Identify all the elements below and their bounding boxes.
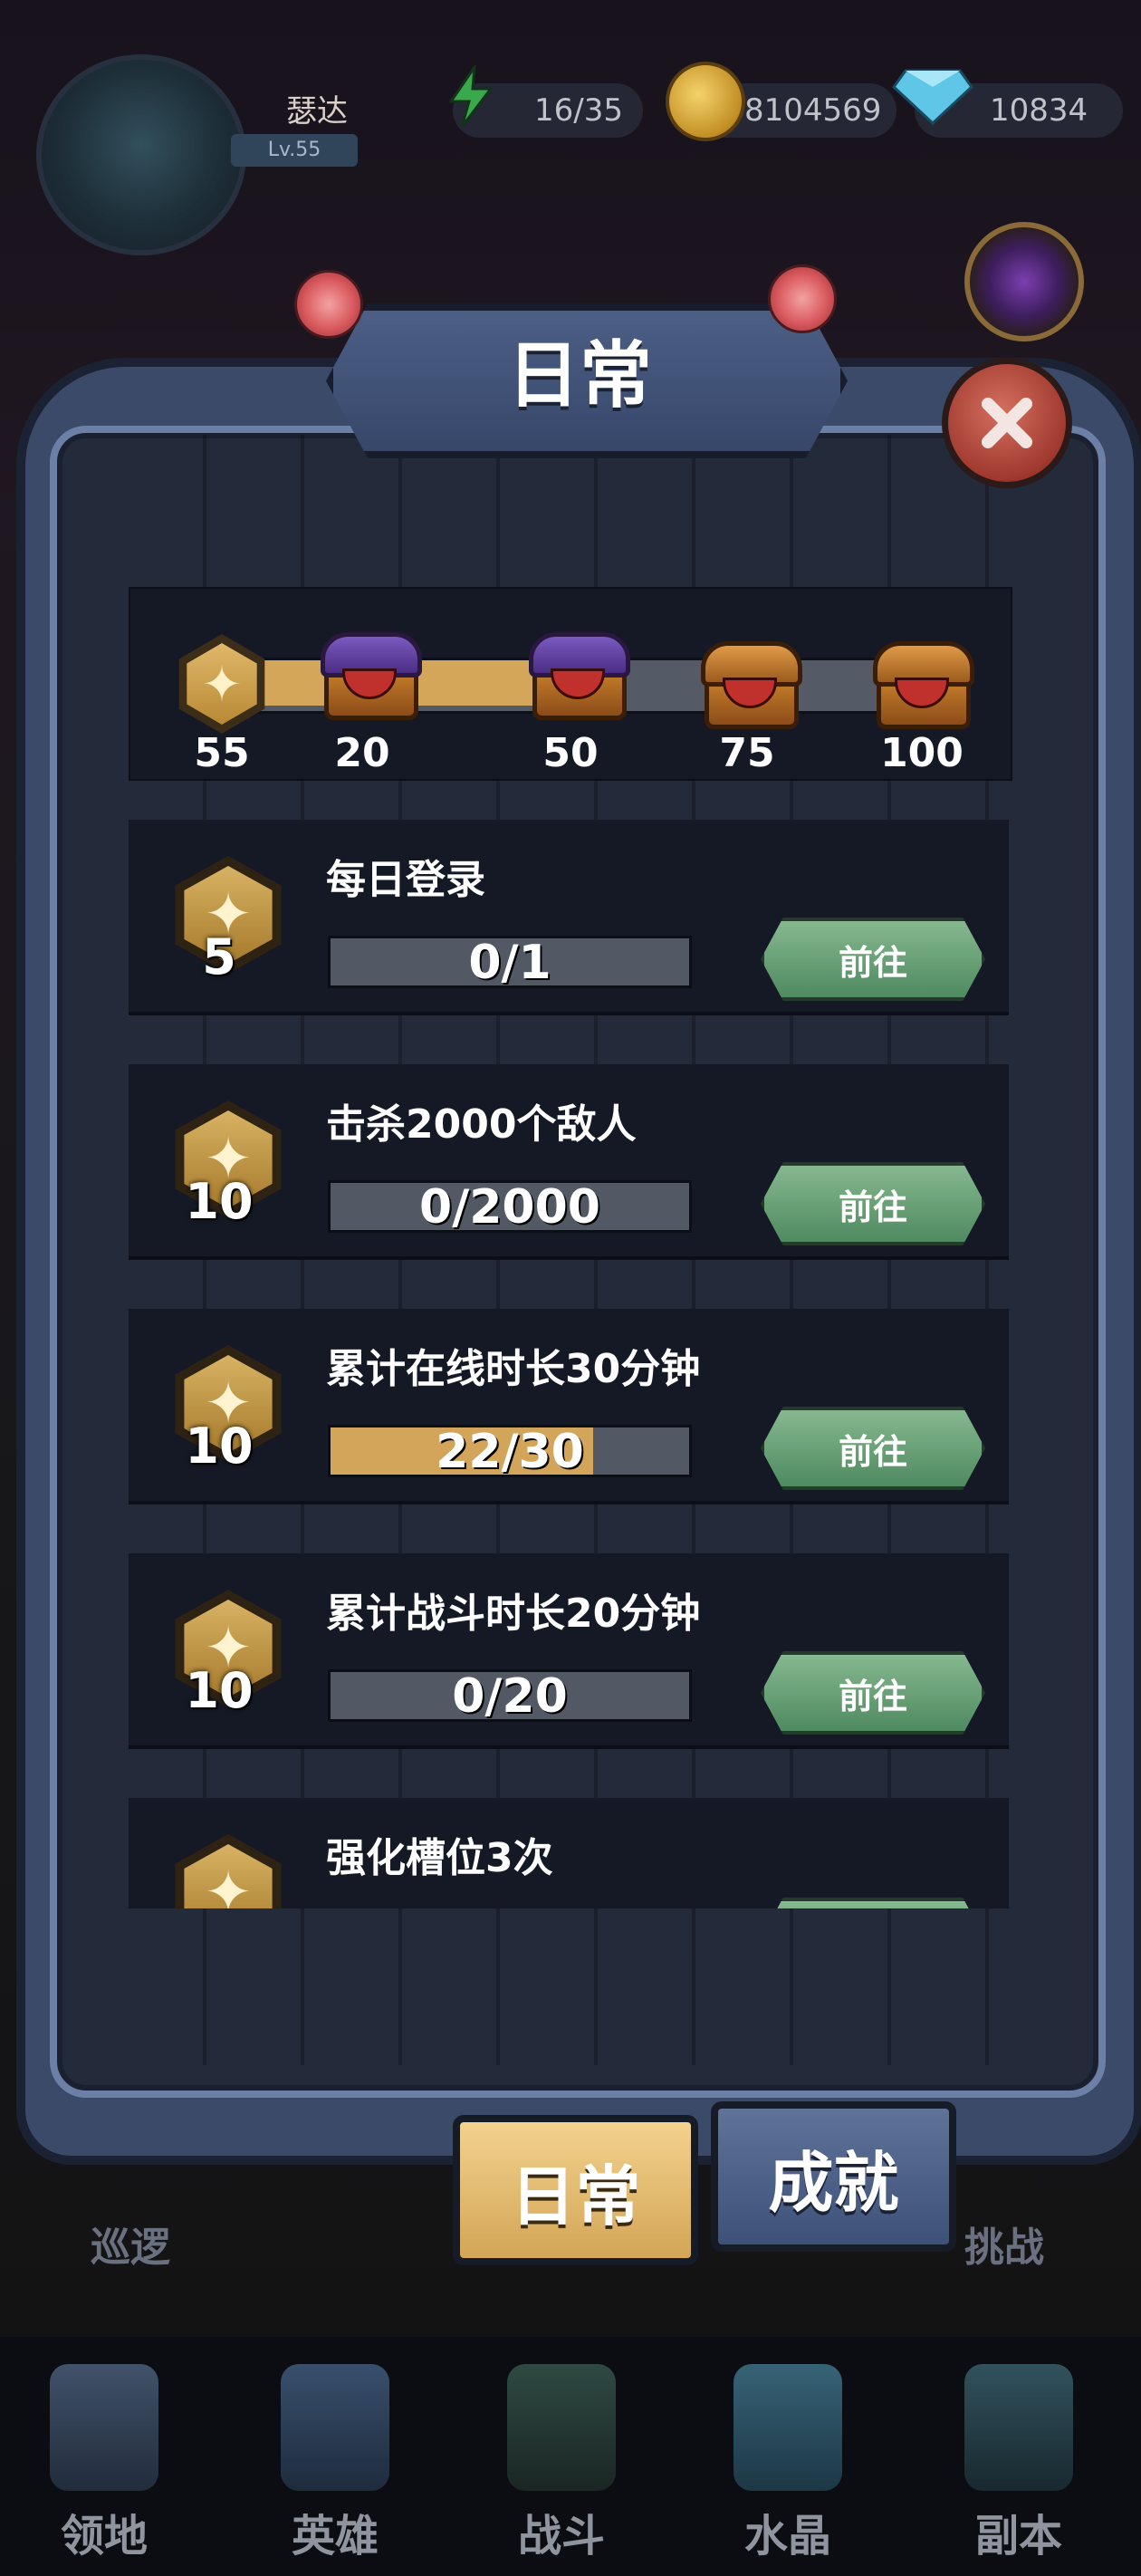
chest-icon[interactable] [697, 634, 802, 729]
task-progress-bar: 0/1 [328, 936, 692, 988]
nav-crystal[interactable]: 水晶 [706, 2346, 869, 2563]
task-reward: 10 [185, 1418, 254, 1475]
task-progress-text: 0/1 [468, 936, 551, 988]
nav-dungeon[interactable]: 副本 [937, 2346, 1100, 2563]
patrol-label[interactable]: 巡逻 [91, 2215, 170, 2273]
star-reward-icon: ✦ [175, 1834, 282, 1908]
energy-value: 16/35 [534, 92, 623, 129]
task-row: ✦ 5 每日登录 0/1 前往 [129, 820, 1009, 1015]
task-reward: 10 [185, 1173, 254, 1230]
crystal-icon [734, 2364, 842, 2491]
player-name: 瑟达 [286, 93, 348, 130]
coin-icon [666, 62, 745, 141]
nav-label: 英雄 [291, 2511, 379, 2562]
eye-icon[interactable] [964, 222, 1084, 341]
task-row: ✦ 10 累计战斗时长20分钟 0/20 前往 [129, 1553, 1009, 1749]
milestone-label: 20 [334, 730, 390, 776]
close-icon [982, 398, 1032, 448]
player-level: Lv.55 [231, 134, 358, 167]
task-progress-bar: 0/20 [328, 1669, 692, 1722]
go-button[interactable]: 前往 [761, 1162, 985, 1245]
task-progress-bar: 0/2000 [328, 1180, 692, 1233]
nav-battle[interactable]: 战斗 [480, 2346, 643, 2563]
nav-label: 领地 [60, 2511, 148, 2562]
lightning-icon [448, 65, 494, 128]
task-progress-text: 0/2000 [419, 1180, 600, 1233]
task-title: 累计战斗时长20分钟 [326, 1591, 701, 1637]
go-button[interactable] [761, 1898, 985, 1908]
coin-value: 8104569 [744, 92, 882, 129]
chest-icon[interactable] [317, 625, 422, 720]
task-title: 累计在线时长30分钟 [326, 1346, 701, 1392]
challenge-label[interactable]: 挑战 [964, 2215, 1044, 2273]
tab-achievement[interactable]: 成就 [711, 2101, 956, 2252]
chest-icon[interactable] [525, 625, 630, 720]
milestone-label: 75 [719, 730, 775, 776]
portal-icon [964, 2364, 1073, 2491]
castle-icon [50, 2364, 158, 2491]
task-row: ✦ 10 累计在线时长30分钟 22/30 前往 [129, 1309, 1009, 1504]
rose-icon [768, 264, 837, 333]
diamond-icon [892, 69, 973, 126]
tab-daily[interactable]: 日常 [453, 2115, 698, 2265]
nav-label: 副本 [974, 2511, 1062, 2562]
rose-icon [294, 270, 363, 339]
milestone-label: 50 [542, 730, 599, 776]
task-progress-bar: 22/30 [328, 1425, 692, 1477]
task-progress-text: 0/20 [452, 1669, 568, 1722]
nav-heroes[interactable]: 英雄 [254, 2346, 417, 2563]
task-title: 强化槽位3次 [326, 1835, 553, 1881]
dialog-title: 日常 [507, 333, 652, 418]
go-button[interactable]: 前往 [761, 1407, 985, 1490]
nav-label: 战斗 [517, 2511, 605, 2562]
activity-current: 55 [194, 730, 250, 776]
task-progress-text: 22/30 [436, 1425, 584, 1477]
nav-label: 水晶 [743, 2511, 831, 2562]
task-title: 每日登录 [326, 857, 485, 903]
nav-territory[interactable]: 领地 [23, 2346, 186, 2563]
battle-icon [507, 2364, 616, 2491]
milestone-label: 100 [880, 730, 964, 776]
task-reward: 10 [185, 1662, 254, 1719]
task-title: 击杀2000个敌人 [326, 1101, 637, 1148]
task-row: ✦ 10 击杀2000个敌人 0/2000 前往 [129, 1064, 1009, 1260]
player-avatar[interactable] [36, 54, 246, 255]
task-reward: 5 [202, 928, 236, 985]
task-row: ✦ 强化槽位3次 [129, 1798, 1009, 1908]
gem-value: 10834 [990, 92, 1088, 129]
hero-hat-icon [281, 2364, 389, 2491]
go-button[interactable]: 前往 [761, 1651, 985, 1735]
close-button[interactable] [942, 358, 1072, 488]
go-button[interactable]: 前往 [761, 918, 985, 1001]
chest-icon[interactable] [869, 634, 974, 729]
task-list[interactable]: ✦ 5 每日登录 0/1 前往 ✦ 10 击杀2000个敌人 0/2000 前往… [129, 820, 1009, 1908]
